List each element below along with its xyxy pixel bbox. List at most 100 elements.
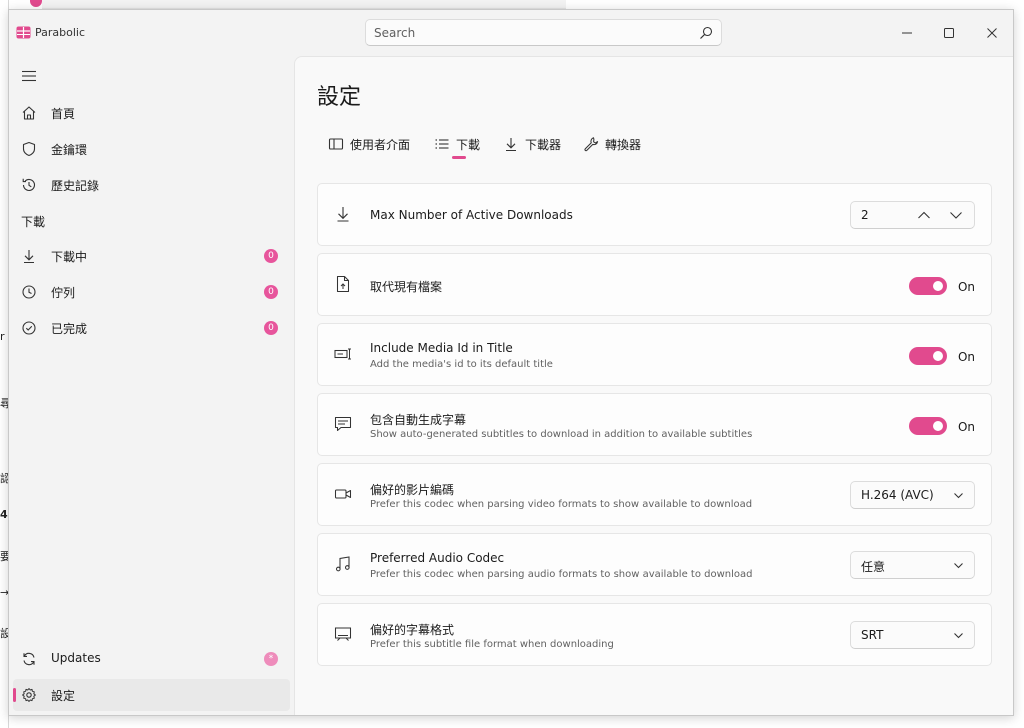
setting-preferred-audio-codec: Preferred Audio Codec Prefer this codec … <box>317 533 992 596</box>
sidebar-item-queue[interactable]: 佇列 0 <box>13 276 290 308</box>
update-badge: * <box>264 652 278 666</box>
check-circle-icon <box>22 321 36 335</box>
setting-description: Prefer this codec when parsing audio for… <box>370 569 753 580</box>
setting-include-media-id: Include Media Id in Title Add the media'… <box>317 323 992 386</box>
sidebar-item-label: 已完成 <box>51 322 88 336</box>
sidebar-item-downloading[interactable]: 下載中 0 <box>13 240 290 272</box>
minimize-button[interactable] <box>889 20 925 46</box>
sidebar-item-label: 下載中 <box>51 250 88 264</box>
refresh-icon <box>23 652 35 666</box>
hamburger-icon <box>22 70 36 82</box>
tab-user-interface[interactable]: 使用者介面 <box>328 133 422 159</box>
dropdown-value: SRT <box>861 628 884 642</box>
audio-codec-dropdown[interactable]: 任意 <box>850 551 975 579</box>
setting-title: 包含自動生成字幕 <box>370 413 467 427</box>
toggle-knob <box>933 421 943 431</box>
sidebar-item-completed[interactable]: 已完成 0 <box>13 312 290 344</box>
setting-description: Add the media's id to its default title <box>370 359 553 370</box>
sidebar-item-label: 金鑰環 <box>51 143 88 157</box>
search-box[interactable] <box>365 19 722 46</box>
navigation-sidebar: 首頁 金鑰環 歷史記錄 下載 下載中 0 佇列 0 已完成 0 Updates … <box>9 56 294 715</box>
app-window: Parabolic Search 首頁 金鑰環 歷史記錄 下載 下載中 0 佇列… <box>8 9 1014 716</box>
spinbox-value: 2 <box>861 208 869 222</box>
setting-description: Show auto-generated subtitles to downloa… <box>370 429 753 440</box>
dropdown-value: H.264 (AVC) <box>861 488 934 502</box>
setting-title: Include Media Id in Title <box>370 341 513 355</box>
toggle-knob <box>933 281 943 291</box>
tab-downloader[interactable]: 下載器 <box>503 133 569 159</box>
text-field-icon <box>334 348 351 360</box>
home-icon <box>22 106 36 120</box>
count-badge: 0 <box>264 249 278 263</box>
toggle-state-label: On <box>957 420 975 434</box>
toggle-state-label: On <box>957 350 975 364</box>
menu-toggle-button[interactable] <box>13 62 47 90</box>
background-badge <box>30 0 42 7</box>
chevron-down-icon <box>954 563 963 569</box>
file-replace-icon <box>336 275 350 293</box>
selected-tab-indicator <box>452 156 466 159</box>
background-text-fragment: 4 <box>0 508 8 521</box>
max-downloads-spinbox[interactable]: 2 <box>850 201 975 229</box>
media-id-toggle[interactable] <box>909 347 947 365</box>
sidebar-item-settings[interactable]: 設定 <box>13 679 290 711</box>
count-badge: 0 <box>264 285 278 299</box>
setting-preferred-subtitle-format: 偏好的字幕格式 Prefer this subtitle file format… <box>317 603 992 666</box>
title-bar[interactable]: Parabolic <box>9 10 1013 56</box>
chevron-down-icon[interactable] <box>949 208 963 222</box>
tab-converter[interactable]: 轉換器 <box>583 133 649 159</box>
video-codec-dropdown[interactable]: H.264 (AVC) <box>850 481 975 509</box>
tab-label: 使用者介面 <box>350 138 411 152</box>
setting-title: Preferred Audio Codec <box>370 551 505 565</box>
chevron-down-icon <box>954 493 963 499</box>
sidebar-section-header: 下載 <box>21 215 46 229</box>
sidebar-item-updates[interactable]: Updates * <box>13 643 290 675</box>
setting-description: Prefer this subtitle file format when do… <box>370 639 614 650</box>
maximize-button[interactable] <box>931 20 967 46</box>
setting-title: 取代現有檔案 <box>370 280 443 294</box>
sidebar-item-home[interactable]: 首頁 <box>13 97 290 129</box>
setting-overwrite-existing-files: 取代現有檔案 On <box>317 253 992 316</box>
setting-title: 偏好的影片編碼 <box>370 483 455 497</box>
tab-downloads[interactable]: 下載 <box>434 133 484 159</box>
settings-page: 設定 使用者介面 下載 下載器 轉換器 Max Number of Active… <box>294 56 1013 715</box>
gear-icon <box>22 688 36 702</box>
history-icon <box>22 178 36 191</box>
sidebar-item-label: 首頁 <box>51 107 76 121</box>
chevron-up-icon[interactable] <box>917 208 931 222</box>
download-arrow-icon <box>337 207 349 222</box>
auto-subtitles-toggle[interactable] <box>909 417 947 435</box>
sidebar-item-keyring[interactable]: 金鑰環 <box>13 133 290 165</box>
sidebar-item-history[interactable]: 歷史記錄 <box>13 169 290 201</box>
setting-max-active-downloads: Max Number of Active Downloads 2 <box>317 183 992 246</box>
window-layout-icon <box>328 138 344 150</box>
toggle-knob <box>933 351 943 361</box>
chevron-down-icon <box>954 633 963 639</box>
search-input[interactable] <box>374 24 684 41</box>
close-button[interactable] <box>974 20 1010 46</box>
background-window-strip <box>42 0 566 9</box>
maximize-icon <box>944 28 954 38</box>
sidebar-item-label: 佇列 <box>51 286 76 300</box>
shield-icon <box>22 141 36 157</box>
setting-auto-generated-subtitles: 包含自動生成字幕 Show auto-generated subtitles t… <box>317 393 992 456</box>
download-arrow-icon <box>506 138 516 152</box>
tab-label: 下載 <box>456 138 481 152</box>
subtitles-icon <box>334 416 352 432</box>
parabolic-icon <box>16 26 31 39</box>
subtitle-format-dropdown[interactable]: SRT <box>850 621 975 649</box>
sidebar-item-label: 設定 <box>51 689 76 703</box>
sidebar-item-label: Updates <box>51 651 101 665</box>
background-text-fragment: r <box>0 330 5 343</box>
music-note-icon <box>335 556 350 572</box>
tab-label: 轉換器 <box>605 138 642 152</box>
dropdown-value: 任意 <box>861 560 886 574</box>
clock-icon <box>22 285 36 299</box>
wrench-icon <box>584 137 599 152</box>
subtitle-format-icon <box>334 627 352 641</box>
download-arrow-icon <box>24 250 34 264</box>
search-icon[interactable] <box>699 26 713 40</box>
overwrite-toggle[interactable] <box>909 277 947 295</box>
setting-title: 偏好的字幕格式 <box>370 623 455 637</box>
setting-title: Max Number of Active Downloads <box>370 208 573 222</box>
